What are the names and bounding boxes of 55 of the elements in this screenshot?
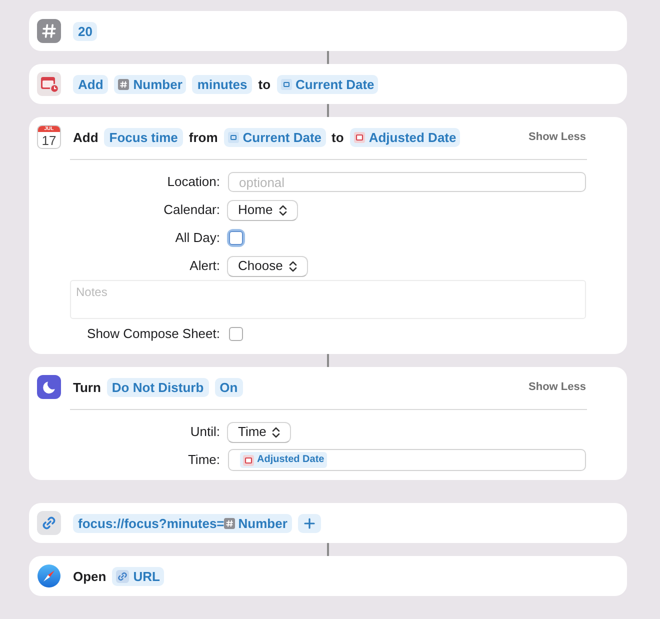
hash-icon xyxy=(37,19,61,43)
action-text: to xyxy=(258,78,271,90)
add-button[interactable] xyxy=(298,514,322,532)
chevron-up-down-icon xyxy=(272,426,280,438)
show-less-button[interactable]: Show Less xyxy=(528,378,586,396)
variable-token[interactable]: Number xyxy=(224,516,288,530)
action-text: Turn xyxy=(73,380,101,394)
calendar-icon xyxy=(354,132,365,142)
url-field[interactable]: focus://focus?minutes= Number xyxy=(73,514,292,532)
parameter-token[interactable]: Do Not Disturb xyxy=(106,378,209,396)
field-label: Show Compose Sheet: xyxy=(86,325,220,344)
variable-token[interactable]: Number xyxy=(114,74,186,94)
variable-token[interactable]: URL xyxy=(112,566,164,586)
hash-icon xyxy=(224,518,236,528)
moon-icon xyxy=(37,375,61,399)
field-label: All Day: xyxy=(174,229,220,248)
field-label: Calendar: xyxy=(162,201,220,220)
field-label: Until: xyxy=(189,423,220,442)
calendar-icon xyxy=(228,132,239,142)
popup-button[interactable]: Time xyxy=(227,422,292,442)
variable-token[interactable]: Current Date xyxy=(276,74,378,94)
calendar-clock-icon xyxy=(37,72,61,96)
action-text: from xyxy=(188,130,218,144)
time-field[interactable]: Adjusted Date xyxy=(228,449,586,471)
link-icon xyxy=(116,570,130,582)
parameter-token[interactable]: Add xyxy=(73,74,108,94)
variable-token[interactable]: Adjusted Date xyxy=(240,452,328,468)
chevron-up-down-icon xyxy=(288,260,297,272)
checkbox[interactable] xyxy=(229,327,243,341)
compass-icon xyxy=(37,564,61,588)
text-field[interactable]: optional xyxy=(228,172,586,192)
variable-token[interactable]: Adjusted Date xyxy=(350,128,460,146)
popup-button[interactable]: Home xyxy=(227,200,298,220)
action-text: to xyxy=(332,130,344,144)
field-label: Time: xyxy=(186,451,220,470)
plus-icon xyxy=(304,518,316,528)
variable-token[interactable]: Current Date xyxy=(224,128,326,146)
popup-button[interactable]: Choose xyxy=(227,256,308,276)
parameter-token[interactable]: On xyxy=(214,378,243,396)
parameter-token[interactable]: minutes xyxy=(192,74,252,94)
chevron-up-down-icon xyxy=(278,204,287,216)
field-label: Location: xyxy=(166,173,220,192)
parameter-token[interactable]: 20 xyxy=(73,22,98,40)
hash-icon xyxy=(118,78,130,90)
calendar-day-text: 17 xyxy=(40,132,58,148)
field-label: Alert: xyxy=(188,257,220,276)
calendar-icon xyxy=(280,78,292,90)
show-less-button[interactable]: Show Less xyxy=(528,128,586,146)
action-text: Add xyxy=(73,130,98,144)
link-icon xyxy=(37,511,61,535)
notes-field[interactable]: Notes xyxy=(70,280,586,319)
calendar-icon xyxy=(243,454,254,466)
parameter-token[interactable]: Focus time xyxy=(104,128,183,146)
url-text: focus://focus?minutes= xyxy=(78,516,224,530)
action-text: Open xyxy=(73,570,106,582)
